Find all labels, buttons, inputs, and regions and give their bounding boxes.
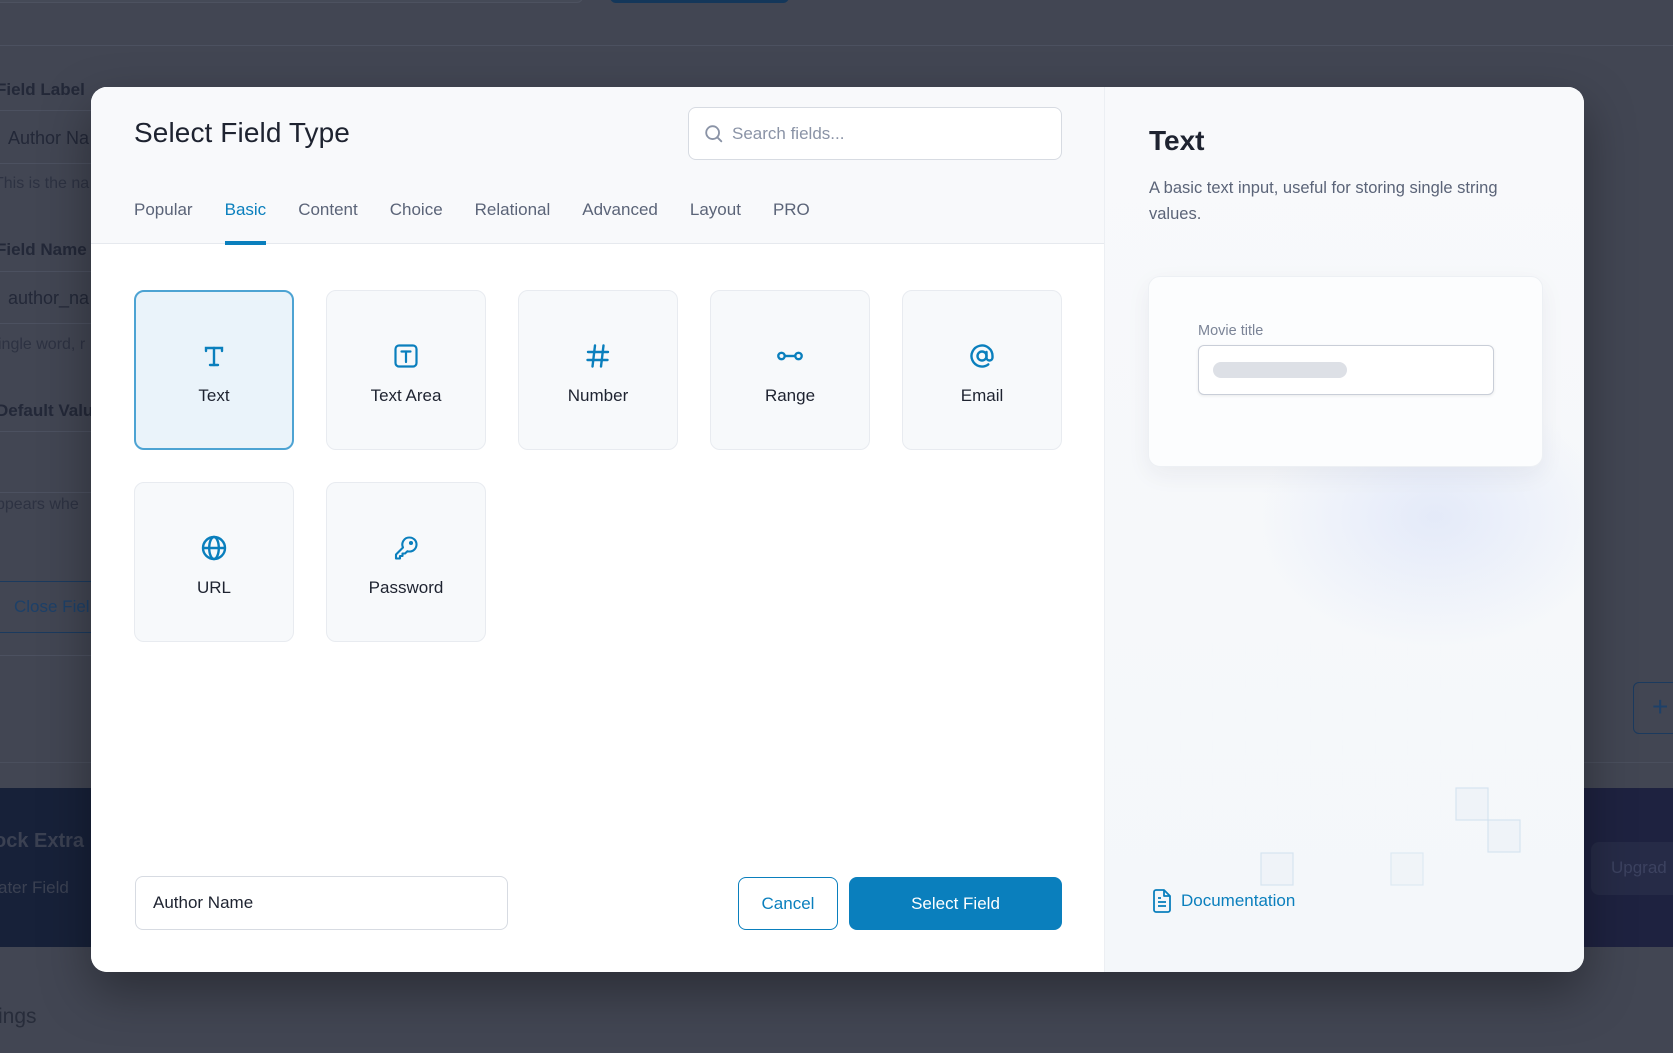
select-field-button[interactable]: Select Field <box>849 877 1062 930</box>
divider <box>0 431 100 432</box>
field-type-card-url[interactable]: URL <box>134 482 294 642</box>
field-type-card-email[interactable]: Email <box>902 290 1062 450</box>
tab-content[interactable]: Content <box>298 200 358 244</box>
globe-icon <box>199 533 229 563</box>
plus-icon: + <box>1652 691 1669 722</box>
tab-advanced[interactable]: Advanced <box>582 200 658 244</box>
divider <box>0 655 100 656</box>
bg-field-name-heading: Field Name <box>0 240 87 259</box>
range-icon <box>775 341 805 371</box>
bg-field-label-value: Author Na <box>8 128 90 148</box>
bg-default-value-heading: Default Valu <box>0 401 94 420</box>
bg-top-input <box>0 0 583 3</box>
divider <box>0 271 100 272</box>
tab-layout[interactable]: Layout <box>690 200 741 244</box>
bg-upgrade-button: Upgrad <box>1591 842 1673 895</box>
field-type-card-number[interactable]: Number <box>518 290 678 450</box>
divider <box>0 110 100 111</box>
cancel-button[interactable]: Cancel <box>738 877 838 930</box>
tab-relational[interactable]: Relational <box>475 200 551 244</box>
field-preview-panel: Text A basic text input, useful for stor… <box>1104 87 1584 972</box>
field-type-card-text[interactable]: Text <box>134 290 294 450</box>
bg-add-button: + <box>1633 682 1673 734</box>
text-icon <box>199 341 229 371</box>
document-icon <box>1153 889 1171 913</box>
field-type-label: Text <box>198 385 230 405</box>
modal-title: Select Field Type <box>134 117 350 148</box>
textarea-icon <box>391 341 421 371</box>
bg-settings-heading: ings <box>0 1005 37 1028</box>
modal-main-panel: Select Field Type Popular Basic Content … <box>91 87 1104 972</box>
field-type-label: Text Area <box>370 385 442 405</box>
hash-icon <box>583 341 613 371</box>
field-type-label: Number <box>567 385 629 405</box>
preview-description: A basic text input, useful for storing s… <box>1149 179 1498 223</box>
preview-example-card: Movie title <box>1148 276 1543 467</box>
divider <box>0 45 1673 46</box>
field-type-label: Range <box>764 385 816 405</box>
preview-placeholder-bar <box>1213 362 1347 378</box>
divider <box>0 492 100 493</box>
decorative-grid-pattern <box>1105 567 1584 907</box>
tab-choice[interactable]: Choice <box>390 200 443 244</box>
search-icon <box>705 124 723 142</box>
field-label-input[interactable] <box>135 876 508 930</box>
field-type-label: Password <box>368 577 444 597</box>
bg-upgrade-label: Upgrad <box>1611 858 1667 877</box>
tab-pro[interactable]: PRO <box>773 200 810 244</box>
divider <box>0 163 100 164</box>
search-input[interactable] <box>732 123 1032 144</box>
documentation-label: Documentation <box>1181 891 1296 910</box>
documentation-link[interactable]: Documentation <box>1151 889 1295 913</box>
bg-band-subtitle: ater Field <box>0 878 69 897</box>
modal-header: Select Field Type Popular Basic Content … <box>91 87 1104 245</box>
field-type-card-password[interactable]: Password <box>326 482 486 642</box>
preview-example-label: Movie title <box>1198 323 1264 339</box>
search-field[interactable] <box>688 107 1062 160</box>
bg-field-name-value: author_na <box>8 288 90 308</box>
bg-field-label-help: This is the na <box>0 175 90 192</box>
field-type-label: URL <box>196 577 231 597</box>
bg-default-value-help: ppears whe <box>0 496 79 513</box>
bg-close-field-label: Close Fiel <box>14 597 90 616</box>
select-field-type-modal: Select Field Type Popular Basic Content … <box>91 87 1584 972</box>
bg-field-name-help: ingle word, r <box>0 336 86 353</box>
preview-title: Text <box>1149 125 1205 156</box>
field-type-grid: Text Text Area Number Range Email URL Pa… <box>134 290 1062 642</box>
field-type-card-range[interactable]: Range <box>710 290 870 450</box>
field-type-label: Email <box>960 385 1004 405</box>
divider <box>0 323 100 324</box>
tab-popular[interactable]: Popular <box>134 200 193 244</box>
bg-band-title: ock Extra I <box>0 830 96 852</box>
at-sign-icon <box>967 341 997 371</box>
preview-example-input <box>1198 345 1494 395</box>
tab-basic[interactable]: Basic <box>224 200 266 245</box>
bg-field-label-heading: Field Label <box>0 80 85 99</box>
key-icon <box>391 533 421 563</box>
bg-top-button <box>610 0 789 3</box>
field-type-card-text-area[interactable]: Text Area <box>326 290 486 450</box>
field-category-tabs: Popular Basic Content Choice Relational … <box>134 200 842 245</box>
